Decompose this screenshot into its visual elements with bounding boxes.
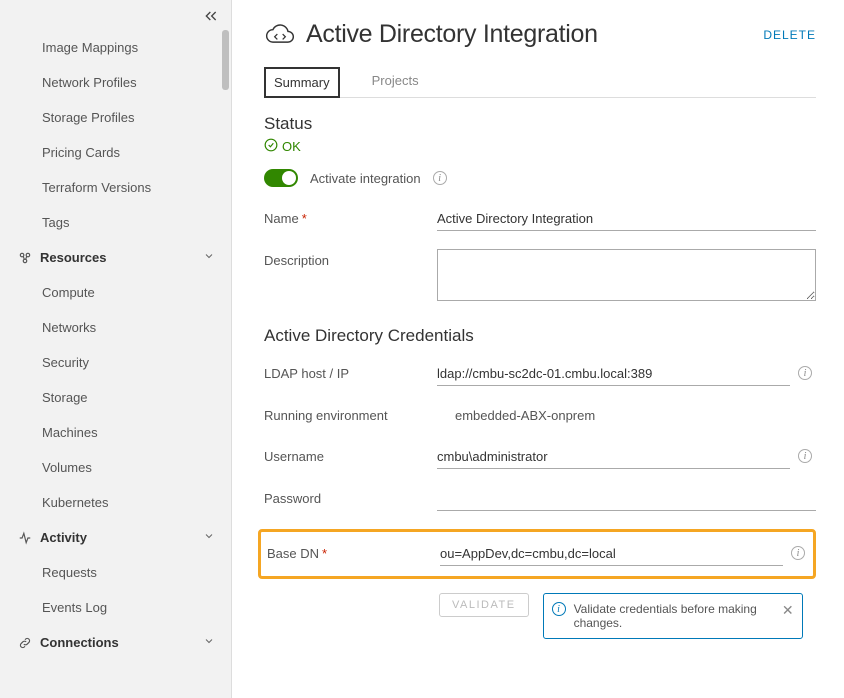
status-ok-icon <box>264 138 278 155</box>
sidebar-item-image-mappings[interactable]: Image Mappings <box>0 30 231 65</box>
sidebar-item-networks[interactable]: Networks <box>0 310 231 345</box>
sidebar-group-connections[interactable]: Connections <box>0 625 231 660</box>
runenv-value: embedded-ABX-onprem <box>437 404 816 427</box>
name-label: Name* <box>264 207 429 226</box>
info-icon[interactable]: i <box>798 366 812 380</box>
basedn-input[interactable] <box>440 542 783 566</box>
info-icon[interactable]: i <box>791 546 805 560</box>
sidebar-group-activity[interactable]: Activity <box>0 520 231 555</box>
activity-icon <box>18 531 34 545</box>
tab-bar: Summary Projects <box>264 67 816 98</box>
sidebar-item-storage-profiles[interactable]: Storage Profiles <box>0 100 231 135</box>
basedn-label: Base DN* <box>267 542 432 561</box>
tab-summary[interactable]: Summary <box>264 67 340 98</box>
sidebar-item-storage[interactable]: Storage <box>0 380 231 415</box>
cloud-integration-icon <box>264 21 296 49</box>
credentials-heading: Active Directory Credentials <box>264 326 816 346</box>
delete-button[interactable]: DELETE <box>763 28 816 42</box>
sidebar-item-events-log[interactable]: Events Log <box>0 590 231 625</box>
sidebar: Image Mappings Network Profiles Storage … <box>0 0 232 698</box>
sidebar-group-label: Activity <box>40 530 87 545</box>
sidebar-item-terraform-versions[interactable]: Terraform Versions <box>0 170 231 205</box>
description-input[interactable] <box>437 249 816 301</box>
status-heading: Status <box>264 114 816 134</box>
chevron-down-icon <box>203 635 215 650</box>
sidebar-item-volumes[interactable]: Volumes <box>0 450 231 485</box>
main-content: Active Directory Integration DELETE Summ… <box>232 0 844 698</box>
basedn-highlight: Base DN* i <box>258 529 816 579</box>
password-input[interactable] <box>437 487 816 511</box>
chevron-down-icon <box>203 250 215 265</box>
validate-button[interactable]: VALIDATE <box>439 593 529 617</box>
sidebar-group-resources[interactable]: Resources <box>0 240 231 275</box>
sidebar-item-tags[interactable]: Tags <box>0 205 231 240</box>
page-title: Active Directory Integration <box>306 20 598 49</box>
activate-toggle[interactable] <box>264 169 298 187</box>
description-label: Description <box>264 249 429 268</box>
sidebar-group-label: Resources <box>40 250 106 265</box>
close-icon[interactable]: ✕ <box>782 602 794 619</box>
sidebar-item-compute[interactable]: Compute <box>0 275 231 310</box>
sidebar-item-machines[interactable]: Machines <box>0 415 231 450</box>
chevron-down-icon <box>203 530 215 545</box>
sidebar-item-security[interactable]: Security <box>0 345 231 380</box>
username-label: Username <box>264 445 429 464</box>
connections-icon <box>18 636 34 650</box>
sidebar-item-kubernetes[interactable]: Kubernetes <box>0 485 231 520</box>
sidebar-item-requests[interactable]: Requests <box>0 555 231 590</box>
info-icon[interactable]: i <box>433 171 447 185</box>
status-value: OK <box>282 139 301 154</box>
username-input[interactable] <box>437 445 790 469</box>
info-icon[interactable]: i <box>798 449 812 463</box>
runenv-label: Running environment <box>264 404 429 423</box>
scrollbar-thumb[interactable] <box>222 30 229 90</box>
resources-icon <box>18 251 34 265</box>
name-input[interactable] <box>437 207 816 231</box>
sidebar-item-pricing-cards[interactable]: Pricing Cards <box>0 135 231 170</box>
password-label: Password <box>264 487 429 506</box>
activate-label: Activate integration <box>310 171 421 186</box>
sidebar-item-network-profiles[interactable]: Network Profiles <box>0 65 231 100</box>
sidebar-group-label: Connections <box>40 635 119 650</box>
ldap-label: LDAP host / IP <box>264 362 429 381</box>
ldap-input[interactable] <box>437 362 790 386</box>
sidebar-collapse-button[interactable] <box>203 8 223 28</box>
tab-projects[interactable]: Projects <box>364 67 427 97</box>
notice-text: Validate credentials before making chang… <box>574 602 757 630</box>
validate-notice: i Validate credentials before making cha… <box>543 593 803 639</box>
info-icon: i <box>552 602 566 616</box>
